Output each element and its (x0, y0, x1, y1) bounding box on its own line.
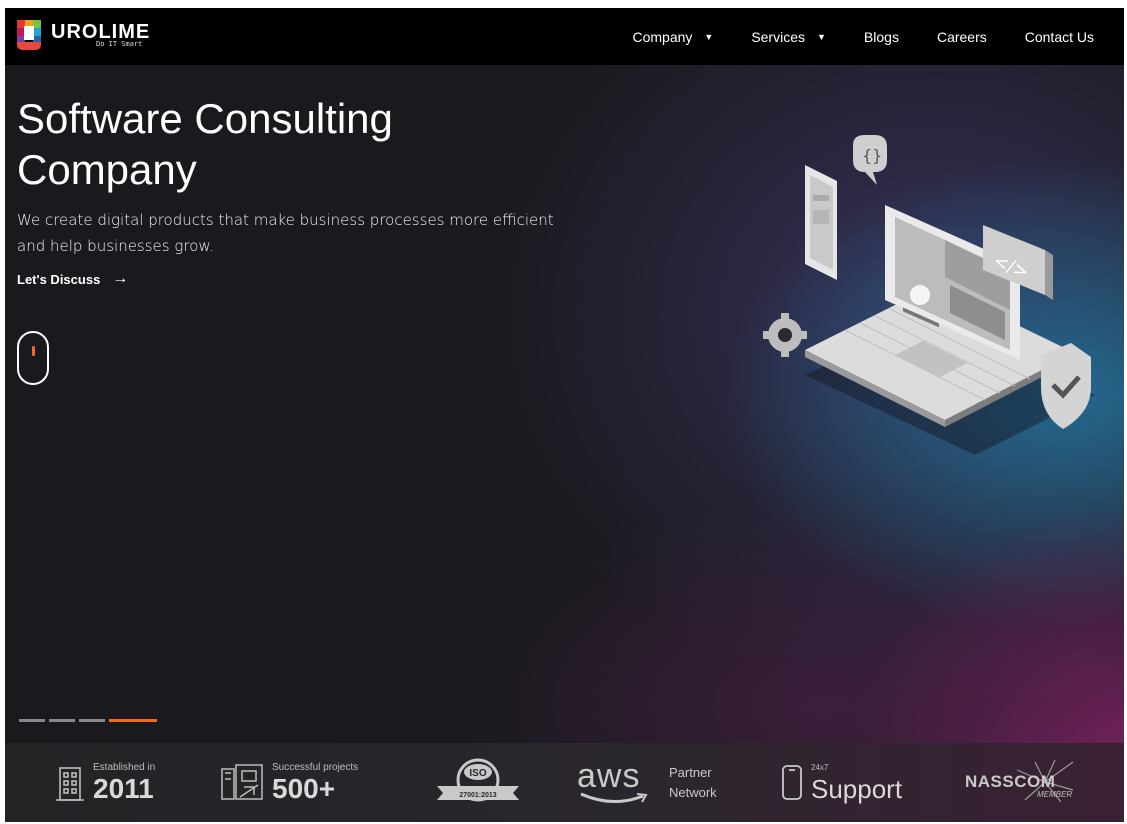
arrow-right-icon: → (112, 270, 129, 287)
nav-item-contact-us[interactable]: Contact Us (1025, 29, 1094, 45)
hero-slider-pagination (19, 719, 161, 722)
slide-dot-4-active[interactable] (109, 719, 157, 722)
nav-item-careers[interactable]: Careers (937, 29, 987, 45)
projects-count: 500+ (272, 772, 336, 804)
hero-title-line-1: Software Consulting (17, 95, 393, 142)
building-icon (56, 766, 84, 801)
lets-discuss-link[interactable]: Let's Discuss → (17, 270, 128, 288)
support-label: Support (811, 773, 903, 804)
mouse-wheel-indicator (32, 346, 35, 356)
established-year: 2011 (93, 772, 154, 804)
phone-icon (782, 764, 802, 800)
aws-logo: aws (577, 756, 641, 795)
projects-label: Successful projects (272, 761, 359, 773)
hero-title: Software Consulting Company (17, 93, 617, 195)
nav-label: Services (751, 28, 805, 45)
nav-label: Careers (936, 28, 987, 45)
iso-label: ISO (469, 768, 486, 779)
cta-label: Let's Discuss (17, 271, 101, 287)
svg-text:{}: {} (862, 146, 882, 165)
iso-badge-icon: ISO 27001:2013 (437, 758, 519, 801)
urolime-logo[interactable]: UROLIME Do IT Smart (17, 18, 150, 52)
hero-section: Software Consulting Company We create di… (5, 65, 1124, 743)
main-nav: Company ▼ Services ▼ Blogs Careers Conta… (594, 8, 1094, 65)
brand-tagline: Do IT Smart (96, 40, 143, 48)
nasscom-member-badge: NASSCOM MEMBER (965, 743, 1085, 822)
laptop-illustration: {} </> (763, 135, 1095, 455)
nav-label: Blogs (863, 28, 899, 45)
nasscom-label: NASSCOM (965, 771, 1056, 791)
top-navigation-bar: UROLIME Do IT Smart Company ▼ Services ▼… (5, 8, 1124, 65)
stat-projects: Successful projects 500+ (220, 743, 358, 822)
nav-label: Contact Us (1024, 28, 1094, 45)
iso-certification-badge: ISO 27001:2013 (435, 743, 521, 822)
hero-description-line-1: We create digital products that make bus… (17, 211, 554, 229)
hero-description-line-2: and help businesses grow. (17, 237, 215, 255)
page-frame: UROLIME Do IT Smart Company ▼ Services ▼… (5, 8, 1124, 822)
aws-network-label: Network (669, 784, 717, 800)
nav-item-company[interactable]: Company ▼ (632, 29, 713, 45)
credentials-bar: Established in 2011 Successful projects … (5, 743, 1124, 822)
nav-label: Company (632, 28, 693, 45)
nav-item-services[interactable]: Services ▼ (751, 29, 826, 45)
aws-partner-badge: aws Partner Network (577, 743, 717, 822)
slide-dot-2[interactable] (49, 719, 75, 722)
established-label: Established in (93, 761, 156, 773)
blueprint-tools-icon (221, 763, 263, 800)
logo-mark-icon (17, 20, 41, 50)
scroll-mouse-icon[interactable] (17, 331, 49, 385)
nasscom-member-label: MEMBER (1037, 789, 1073, 799)
gear-icon (763, 313, 807, 357)
hero-title-line-2: Company (17, 146, 197, 193)
brand-name: UROLIME (51, 21, 151, 43)
caret-down-icon: ▼ (817, 31, 826, 42)
stat-support: 24x7 Support (781, 743, 902, 822)
slide-dot-1[interactable] (19, 719, 45, 722)
aws-partner-label: Partner (669, 764, 712, 780)
stat-established: Established in 2011 (55, 743, 155, 822)
iso-standard: 27001:2013 (459, 792, 496, 799)
nav-item-blogs[interactable]: Blogs (864, 29, 899, 45)
slide-dot-3[interactable] (79, 719, 105, 722)
hero-description: We create digital products that make bus… (17, 207, 577, 259)
caret-down-icon: ▼ (704, 31, 714, 42)
support-hours: 24x7 (811, 762, 829, 772)
aws-smile-icon (580, 792, 648, 803)
